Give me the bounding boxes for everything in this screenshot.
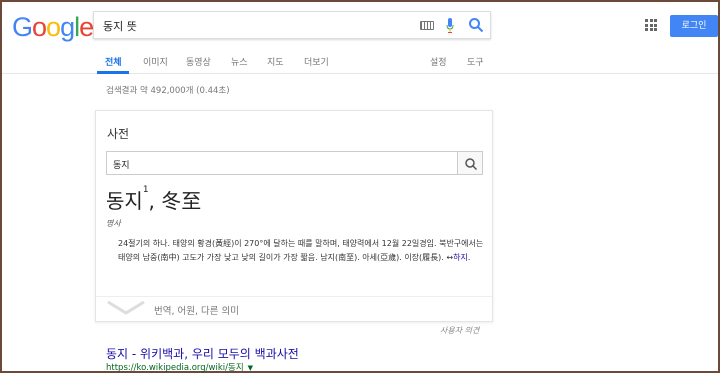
active-tab-indicator	[97, 71, 129, 74]
tab-news[interactable]: 뉴스	[231, 55, 248, 68]
tab-images[interactable]: 이미지	[143, 55, 168, 68]
headword: 동지1, 冬至	[106, 185, 201, 214]
apps-grid-icon[interactable]	[645, 19, 657, 31]
login-button[interactable]: 로그인	[670, 15, 718, 37]
search-tabs: 전체 이미지 동영상 뉴스 지도 더보기 설정 도구	[2, 52, 718, 74]
antonym-link[interactable]: 하지	[453, 253, 468, 262]
tab-all[interactable]: 전체	[105, 55, 122, 68]
url-dropdown-icon[interactable]: ▼	[248, 364, 253, 372]
more-meanings-label: 번역, 어원, 다른 의미	[154, 306, 240, 317]
antonym-arrow: ↔	[443, 253, 454, 262]
logo-letter: o	[46, 12, 61, 42]
tab-more[interactable]: 더보기	[304, 55, 329, 68]
logo-letter: G	[12, 12, 33, 42]
search-box[interactable]: 동지 뜻	[93, 11, 491, 39]
definition-text: 24절기의 하나. 태양의 황경(黃經)이 270°에 달하는 때를 말하며, …	[118, 239, 484, 262]
logo-letter: o	[32, 12, 47, 42]
result-url-text: https://ko.wikipedia.org/wiki/동지	[106, 363, 244, 373]
tab-videos[interactable]: 동영상	[186, 55, 211, 68]
search-icon	[465, 158, 478, 171]
settings-link[interactable]: 설정	[430, 55, 447, 68]
definition: 24절기의 하나. 태양의 황경(黃經)이 270°에 달하는 때를 말하며, …	[118, 237, 484, 265]
tools-link[interactable]: 도구	[467, 55, 484, 68]
header: Google 동지 뜻 로그인 전체 이미지 동영상 뉴스 지도 더보기 설정 …	[2, 2, 718, 74]
google-logo[interactable]: Google	[12, 12, 94, 43]
dictionary-title: 사전	[107, 127, 130, 141]
logo-letter: g	[60, 12, 75, 42]
search-icon[interactable]	[468, 17, 484, 33]
search-input[interactable]: 동지 뜻	[103, 18, 137, 34]
keyboard-icon[interactable]	[420, 21, 434, 30]
microphone-icon[interactable]	[446, 18, 454, 34]
more-meanings-toggle[interactable]: 번역, 어원, 다른 의미	[96, 296, 492, 321]
result-stats: 검색결과 약 492,000개 (0.44초)	[106, 86, 230, 96]
tab-maps[interactable]: 지도	[267, 55, 284, 68]
headword-hanja: , 冬至	[148, 189, 202, 213]
feedback-link[interactable]: 사용자 의견	[440, 325, 479, 336]
chevron-down-icon	[107, 300, 145, 315]
headword-text: 동지	[106, 189, 143, 213]
result-title-link[interactable]: 동지 - 위키백과, 우리 모두의 백과사전	[106, 345, 299, 362]
dictionary-search-button[interactable]	[457, 151, 483, 175]
logo-letter: e	[79, 12, 94, 42]
result-url: https://ko.wikipedia.org/wiki/동지 ▼	[106, 361, 253, 373]
dictionary-search-input[interactable]: 동지	[106, 151, 458, 175]
definition-end: .	[467, 253, 471, 262]
dictionary-card: 사전 동지 동지1, 冬至 명사 24절기의 하나. 태양의 황경(黃經)이 2…	[95, 110, 493, 322]
part-of-speech: 명사	[106, 219, 121, 228]
